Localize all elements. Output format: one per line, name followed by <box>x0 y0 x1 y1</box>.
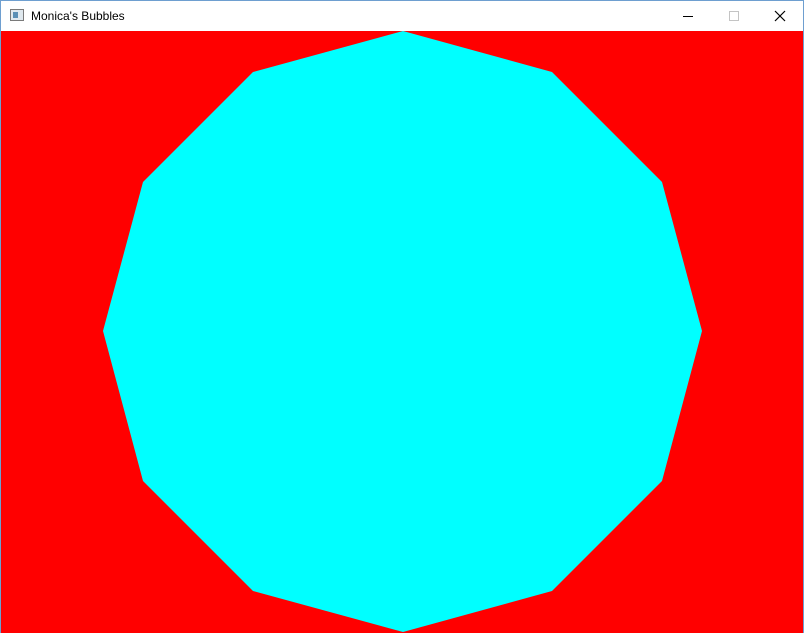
minimize-icon <box>683 16 693 17</box>
drawing-canvas[interactable] <box>1 31 803 633</box>
canvas-svg <box>1 31 803 633</box>
minimize-button[interactable] <box>665 1 711 31</box>
app-window-icon[interactable] <box>10 9 24 21</box>
maximize-button <box>711 1 757 31</box>
title-bar[interactable]: Monica's Bubbles <box>1 1 803 31</box>
close-icon <box>774 10 786 22</box>
app-icon-pane <box>13 12 18 18</box>
window-title: Monica's Bubbles <box>31 9 125 23</box>
app-window: Monica's Bubbles <box>0 0 804 633</box>
close-button[interactable] <box>757 1 803 31</box>
maximize-icon <box>729 11 739 21</box>
